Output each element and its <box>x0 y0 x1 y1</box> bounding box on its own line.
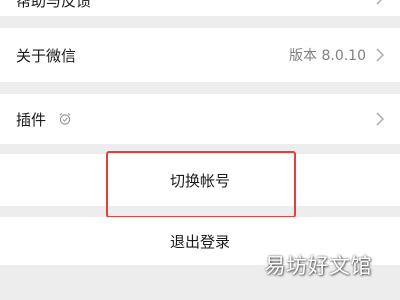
about-wechat-right: 版本 8.0.10 <box>289 45 386 65</box>
plugins-row[interactable]: 插件 <box>0 94 400 144</box>
chevron-right-icon <box>376 48 385 62</box>
plugins-label-group: 插件 <box>16 109 72 130</box>
logout-label: 退出登录 <box>169 232 230 251</box>
about-wechat-row[interactable]: 关于微信 版本 8.0.10 <box>0 28 400 82</box>
help-feedback-label: 帮助与反馈 <box>16 0 92 10</box>
switch-account-button[interactable]: 切换帐号 <box>0 154 400 206</box>
plugins-label: 插件 <box>16 110 47 129</box>
help-feedback-row[interactable]: 帮助与反馈 <box>0 0 400 16</box>
help-feedback-right <box>374 0 386 6</box>
version-text: 版本 8.0.10 <box>289 48 366 64</box>
chevron-right-icon <box>376 0 383 5</box>
chevron-right-icon <box>376 112 385 126</box>
settings-screen: 帮助与反馈 关于微信 版本 8.0.10 插件 切换帐号 退出登录 易坊好文馆 <box>0 0 400 300</box>
watermark-text: 易坊好文馆 <box>264 254 372 278</box>
about-wechat-label: 关于微信 <box>16 46 77 65</box>
plugins-right <box>374 111 386 127</box>
switch-account-label: 切换帐号 <box>169 171 230 190</box>
plugin-alarm-icon <box>59 113 71 125</box>
